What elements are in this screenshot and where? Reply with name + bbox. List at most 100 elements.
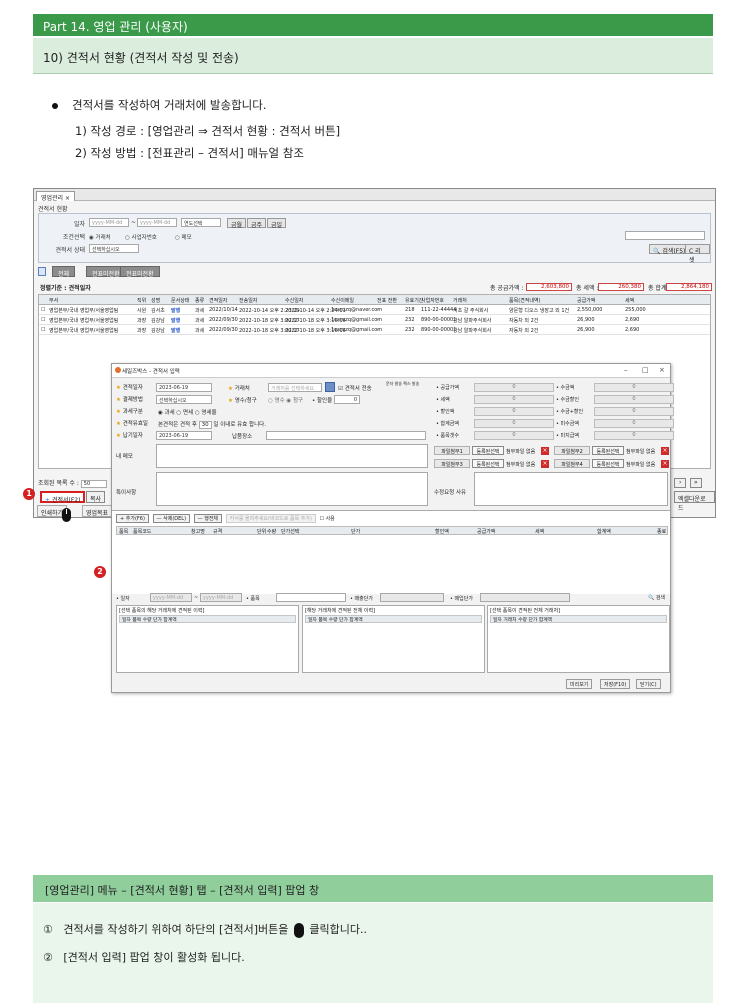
barcode-input[interactable]: 커서를 올려주세요(바코드로 품목 추가) — [225, 514, 316, 523]
items-column-header[interactable]: 규격 — [213, 528, 222, 535]
reset-button[interactable]: C 리셋 — [685, 244, 710, 264]
radio-memo[interactable]: ○ 메모 — [175, 233, 192, 241]
items-column-header[interactable]: 단가선택 — [281, 528, 299, 535]
tab-sales[interactable]: 영업관리 × — [36, 191, 76, 202]
memo-input[interactable] — [156, 444, 428, 468]
tax-type-radio[interactable]: ◉ 과세 ○ 면세 ○ 영세율 — [158, 408, 217, 416]
delete-all-button[interactable]: — 행전체 — [193, 514, 223, 523]
delete-icon[interactable]: × — [541, 460, 549, 468]
grid-column-header[interactable]: 직위 — [137, 297, 146, 304]
refresh-icon[interactable] — [38, 267, 46, 276]
filter-item-input[interactable] — [276, 593, 346, 602]
table-row[interactable]: ☐ 영업본부/국내 영업부/서울영업팀 사원 김서초 발행 과세 2022/10/14 202… — [39, 305, 710, 315]
row-checkbox[interactable]: ☐ — [41, 317, 45, 323]
grid-column-header[interactable]: 수신이메일 — [331, 297, 354, 304]
grid-column-header[interactable]: 공급가액 — [577, 297, 595, 304]
filter-converted-button[interactable]: 전표미전환 — [120, 266, 160, 278]
search-icon[interactable] — [325, 382, 335, 392]
quote-date-input[interactable]: 2023-06-19 — [156, 383, 212, 392]
year-select[interactable]: 연도선택 — [181, 218, 221, 227]
items-column-header[interactable]: 단위 — [257, 528, 266, 535]
grid-column-header[interactable]: 수신일자 — [285, 297, 303, 304]
date-to-input[interactable]: yyyy-MM-dd — [137, 218, 177, 227]
date-from-input[interactable]: yyyy-MM-dd — [89, 218, 129, 227]
save-button[interactable]: 저장(F10) — [600, 679, 631, 689]
filter-date-from[interactable]: yyyy-MM-dd — [150, 593, 192, 602]
items-column-header[interactable]: 단가 — [351, 528, 360, 535]
delivery-date-input[interactable]: 2023-06-19 — [156, 431, 212, 440]
amount-value[interactable]: 0 — [594, 431, 674, 440]
items-column-header[interactable]: 세액 — [535, 528, 544, 535]
pay-method-select[interactable]: 선택하십시오 — [156, 395, 212, 404]
grid-column-header[interactable]: 문서상태 — [171, 297, 189, 304]
table-row[interactable]: ☐ 영업본부/국내 영업부/서울영업팀 과장 김강남 발행 과세 2022/09/30 202… — [39, 325, 710, 335]
amount-value[interactable]: 0 — [474, 407, 554, 416]
amount-value[interactable]: 0 — [594, 383, 674, 392]
delete-icon[interactable]: × — [661, 460, 669, 468]
attach4-button[interactable]: 등록된선택 — [592, 459, 624, 468]
client-input[interactable]: 거래처를 선택하세요 — [268, 383, 322, 392]
items-column-header[interactable]: 창고명 — [191, 528, 205, 535]
email-send-check[interactable]: ☑ 견적서 전송 — [338, 384, 372, 392]
close-icon[interactable]: × — [659, 366, 665, 374]
grid-column-header[interactable]: 전송일자 — [239, 297, 257, 304]
today-button[interactable]: 금일 — [267, 218, 287, 229]
grid-column-header[interactable]: 거래처 — [453, 297, 467, 304]
row-count-value[interactable]: 50 — [80, 480, 107, 488]
amount-value[interactable]: 0 — [594, 419, 674, 428]
discount-input[interactable]: 0 — [334, 395, 360, 404]
filter-sale-input[interactable] — [380, 593, 444, 602]
amount-value[interactable]: 0 — [594, 395, 674, 404]
filter-all-button[interactable]: 전체 — [52, 266, 76, 278]
valid-days-input[interactable]: 30 — [198, 421, 212, 429]
radio-bizno[interactable]: ○ 사업자번호 — [125, 233, 157, 241]
items-column-header[interactable]: 수량 — [267, 528, 276, 535]
preview-button[interactable]: 미리보기 — [566, 679, 593, 689]
items-column-header[interactable]: 종료 — [657, 528, 666, 535]
attach3-button[interactable]: 등록된선택 — [472, 459, 504, 468]
note-input[interactable] — [156, 472, 428, 506]
amount-value[interactable]: 0 — [474, 395, 554, 404]
grid-column-header[interactable]: 전표 전환 — [377, 297, 397, 304]
grid-column-header[interactable]: 종류 — [195, 297, 204, 304]
items-column-header[interactable]: 품목 — [119, 528, 128, 535]
grid-column-header[interactable]: 성명 — [151, 297, 160, 304]
status-select[interactable]: 선택하십시오 — [89, 244, 139, 253]
copy-button[interactable]: 복사 — [86, 491, 106, 503]
delete-item-button[interactable]: — 삭제(DEL) — [152, 514, 191, 523]
filter-buy-input[interactable] — [480, 593, 570, 602]
items-column-header[interactable]: 합계액 — [597, 528, 611, 535]
amount-value[interactable]: 0 — [474, 383, 554, 392]
row-checkbox[interactable]: ☐ — [41, 327, 45, 333]
grid-column-header[interactable]: 사업자번호 — [421, 297, 444, 304]
page-next-button[interactable]: › — [674, 478, 687, 488]
close-button[interactable]: 닫기(C) — [636, 679, 661, 689]
grid-column-header[interactable]: 견적일자 — [209, 297, 227, 304]
amount-value[interactable]: 0 — [594, 407, 674, 416]
items-column-header[interactable]: 공급가액 — [477, 528, 495, 535]
items-column-header[interactable]: 할인액 — [435, 528, 449, 535]
delete-icon[interactable]: × — [661, 447, 669, 455]
quote-button[interactable]: + 견적서(F2) — [40, 491, 86, 504]
row-checkbox[interactable]: ☐ — [41, 307, 45, 313]
filter-date-to[interactable]: yyyy-MM-dd — [200, 593, 242, 602]
maximize-icon[interactable]: □ — [642, 366, 649, 374]
radio-client[interactable]: ◉ 거래처 — [89, 233, 111, 241]
grid-column-header[interactable]: 품목(견적내역) — [509, 297, 541, 304]
amount-value[interactable]: 0 — [474, 431, 554, 440]
grid-column-header[interactable]: 부서 — [49, 297, 58, 304]
attach2-button[interactable]: 등록된선택 — [592, 446, 624, 455]
attach1-button[interactable]: 등록된선택 — [472, 446, 504, 455]
items-column-header[interactable]: 품목코드 — [133, 528, 151, 535]
this-week-button[interactable]: 금주 — [247, 218, 267, 229]
sms-fax-options[interactable]: 문자 발송 팩스 발송 — [386, 381, 426, 387]
page-last-button[interactable]: » — [690, 478, 702, 488]
target-button[interactable]: 영업목표 — [82, 505, 113, 517]
add-item-button[interactable]: + 추가(F6) — [116, 514, 149, 523]
grid-column-header[interactable]: 세액 — [625, 297, 634, 304]
excel-download-button[interactable]: 엑셀다운로드 — [674, 491, 715, 512]
search-button[interactable]: 🔍 검색(F5) — [649, 244, 690, 255]
delivery-place-input[interactable] — [266, 431, 426, 440]
amount-value[interactable]: 0 — [474, 419, 554, 428]
table-row[interactable]: ☐ 영업본부/국내 영업부/서울영업팀 과장 김강남 발행 과세 2022/09/30 202… — [39, 315, 710, 325]
